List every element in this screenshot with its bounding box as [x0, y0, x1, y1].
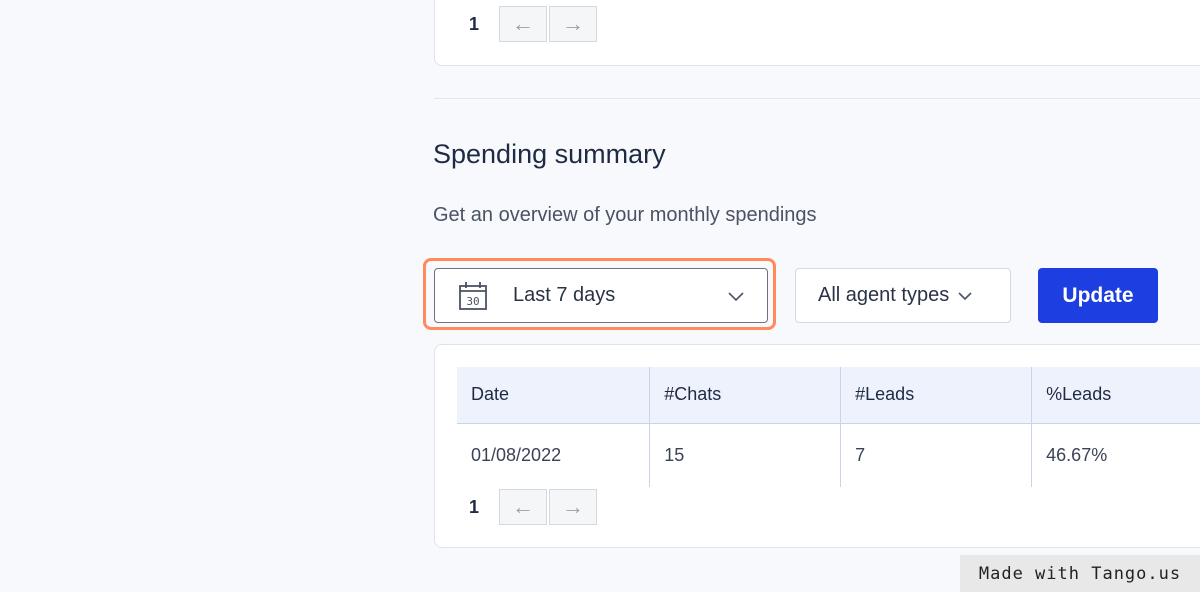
current-page-number: 1: [469, 496, 480, 517]
arrow-left-icon: ←: [512, 11, 534, 36]
svg-text:30: 30: [466, 295, 479, 308]
calendar-icon: 30: [459, 281, 487, 310]
table-pagination: 1 ← →: [469, 489, 597, 525]
arrow-left-icon: ←: [512, 494, 534, 519]
tango-watermark: Made with Tango.us: [960, 555, 1200, 592]
date-range-value: Last 7 days: [513, 284, 616, 306]
table-header-row: Date #Chats #Leads %Leads: [457, 367, 1200, 423]
arrow-right-icon: →: [562, 11, 584, 36]
table-row: 01/08/2022 15 7 46.67%: [457, 422, 1200, 487]
top-pagination: 1 ← →: [469, 6, 597, 42]
next-page-button[interactable]: →: [549, 489, 597, 525]
cell-leads-percent: 46.67%: [1031, 422, 1200, 487]
current-page-number: 1: [469, 13, 480, 34]
update-button[interactable]: Update: [1038, 268, 1158, 323]
section-description: Get an overview of your monthly spending…: [433, 204, 817, 226]
spending-table: Date #Chats #Leads %Leads 01/08/2022 15 …: [457, 367, 1200, 487]
prev-page-button[interactable]: ←: [499, 6, 547, 42]
cell-chats: 15: [649, 422, 842, 487]
next-page-button[interactable]: →: [549, 6, 597, 42]
spending-table-card: Date #Chats #Leads %Leads 01/08/2022 15 …: [434, 344, 1200, 548]
prev-page-button[interactable]: ←: [499, 489, 547, 525]
cell-date: 01/08/2022: [457, 422, 651, 487]
arrow-right-icon: →: [562, 494, 584, 519]
agent-type-dropdown[interactable]: All agent types: [795, 268, 1011, 323]
section-divider: [434, 98, 1200, 99]
column-header-chats[interactable]: #Chats: [649, 367, 842, 423]
column-header-leads[interactable]: #Leads: [840, 367, 1033, 423]
column-header-date[interactable]: Date: [457, 367, 651, 423]
chevron-down-icon: [728, 291, 744, 301]
agent-type-value: All agent types: [818, 284, 950, 306]
cell-leads: 7: [840, 422, 1033, 487]
date-range-dropdown[interactable]: 30 Last 7 days: [434, 268, 768, 323]
chevron-down-icon: [958, 291, 972, 300]
section-title: Spending summary: [433, 139, 666, 169]
column-header-leads-percent[interactable]: %Leads: [1031, 367, 1200, 423]
previous-section-card: 1 ← →: [434, 0, 1200, 66]
